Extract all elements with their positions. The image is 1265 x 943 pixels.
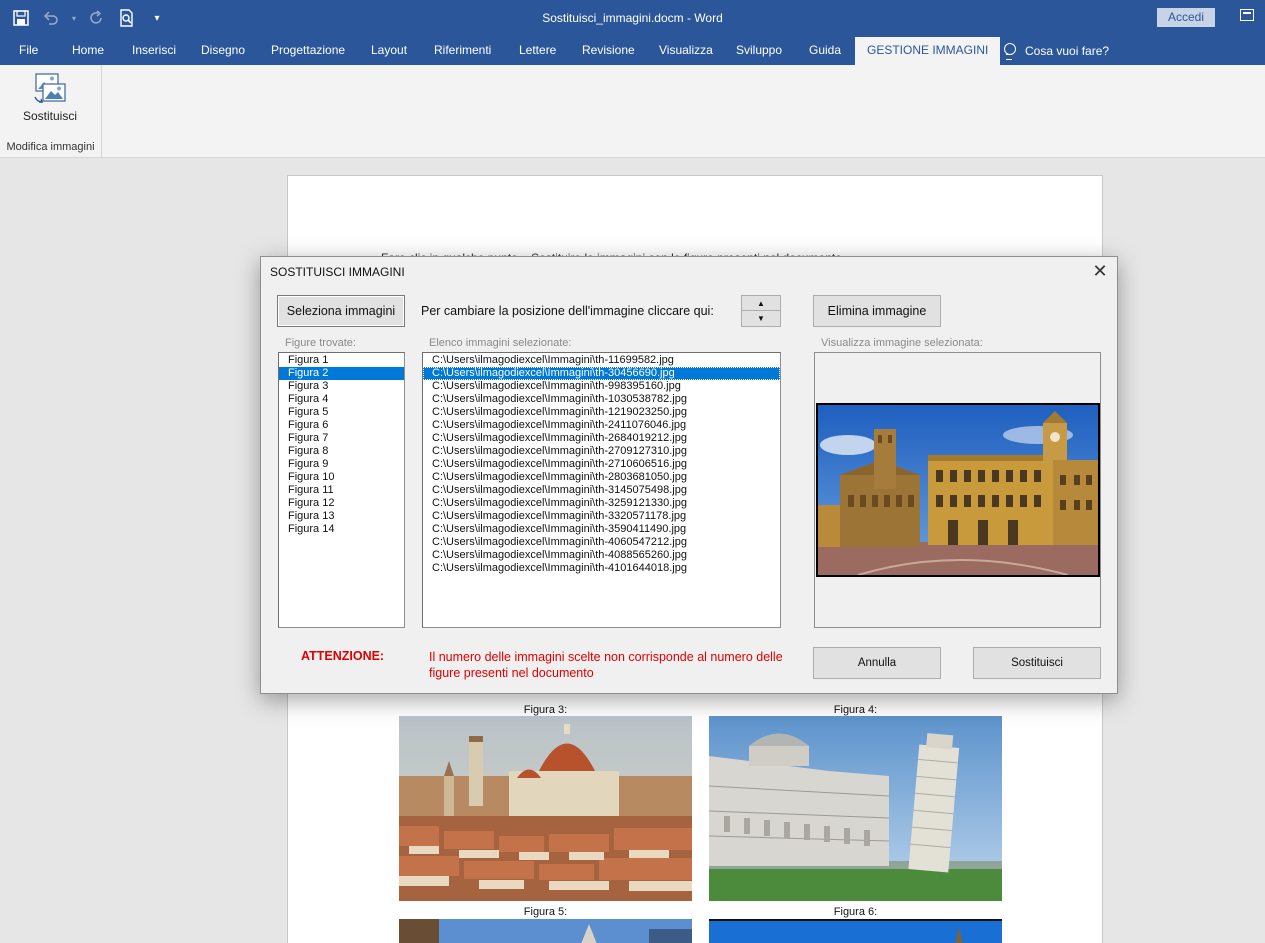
tab-lettere[interactable]: Lettere [510,37,565,65]
tab-layout[interactable]: Layout [362,37,416,65]
figure-photo-5[interactable] [399,919,692,943]
position-hint-label: Per cambiare la posizione dell'immagine … [421,304,714,318]
figure-caption: Figura 5: [523,906,568,918]
figures-list-label: Figure trovate: [285,337,356,349]
images-listbox[interactable]: C:\Users\ilmagodiexcel\Immagini\th-11699… [422,352,781,628]
delete-image-button[interactable]: Elimina immagine [813,295,941,327]
cancel-button[interactable]: Annulla [813,647,941,679]
image-preview-panel [814,352,1101,628]
tab-inserisci[interactable]: Inserisci [123,37,185,65]
figure-photo-6[interactable] [709,919,1002,943]
image-list-item[interactable]: C:\Users\ilmagodiexcel\Immagini\th-27106… [423,458,780,471]
image-list-item[interactable]: C:\Users\ilmagodiexcel\Immagini\th-24110… [423,419,780,432]
close-icon[interactable]: ✕ [1089,261,1111,283]
image-list-item[interactable]: C:\Users\ilmagodiexcel\Immagini\th-32591… [423,497,780,510]
tab-progettazione[interactable]: Progettazione [262,37,354,65]
figures-listbox[interactable]: Figura 1 Figura 2 Figura 3 Figura 4 Figu… [278,352,405,628]
replace-images-icon [33,71,67,105]
figure-list-item[interactable]: Figura 1 [279,354,404,367]
image-list-item[interactable]: C:\Users\ilmagodiexcel\Immagini\th-28036… [423,471,780,484]
tell-me-label: Cosa vuoi fare? [1025,44,1110,58]
image-list-item[interactable]: C:\Users\ilmagodiexcel\Immagini\th-26840… [423,432,780,445]
figure-list-item[interactable]: Figura 3 [279,380,404,393]
tab-file[interactable]: File [10,37,47,65]
image-list-item[interactable]: C:\Users\ilmagodiexcel\Immagini\th-31450… [423,484,780,497]
image-list-item[interactable]: C:\Users\ilmagodiexcel\Immagini\th-27091… [423,445,780,458]
tab-riferimenti[interactable]: Riferimenti [425,37,500,65]
position-spinner[interactable]: ▲ ▼ [741,295,781,327]
dialog-title: SOSTITUISCI IMMAGINI [270,265,405,279]
tab-disegno[interactable]: Disegno [192,37,254,65]
figure-list-item[interactable]: Figura 11 [279,484,404,497]
image-list-item-selected[interactable]: C:\Users\ilmagodiexcel\Immagini\th-30456… [423,367,780,380]
figure-list-item[interactable]: Figura 8 [279,445,404,458]
ribbon-tabs: File Home Inserisci Disegno Progettazion… [0,37,1265,65]
image-list-item[interactable]: C:\Users\ilmagodiexcel\Immagini\th-40605… [423,536,780,549]
tab-sviluppo[interactable]: Sviluppo [727,37,791,65]
image-list-item[interactable]: C:\Users\ilmagodiexcel\Immagini\th-12190… [423,406,780,419]
image-list-item[interactable]: C:\Users\ilmagodiexcel\Immagini\th-11699… [423,354,780,367]
figure-list-item[interactable]: Figura 10 [279,471,404,484]
image-list-item[interactable]: C:\Users\ilmagodiexcel\Immagini\th-99839… [423,380,780,393]
replace-images-dialog: SOSTITUISCI IMMAGINI ✕ Seleziona immagin… [260,256,1118,694]
tab-home[interactable]: Home [63,37,113,65]
image-list-item[interactable]: C:\Users\ilmagodiexcel\Immagini\th-10305… [423,393,780,406]
figure-caption: Figura 4: [833,704,878,716]
replace-button[interactable]: Sostituisci [973,647,1101,679]
lightbulb-icon [1003,43,1016,60]
figure-caption: Figura 3: [523,704,568,716]
warning-message: Il numero delle immagini scelte non corr… [429,650,783,680]
ribbon-panel: Sostituisci Modifica immagini [0,65,1265,158]
figure-list-item[interactable]: Figura 4 [279,393,404,406]
figure-list-item[interactable]: Figura 7 [279,432,404,445]
tab-revisione[interactable]: Revisione [573,37,644,65]
tab-visualizza[interactable]: Visualizza [650,37,722,65]
image-list-item[interactable]: C:\Users\ilmagodiexcel\Immagini\th-33205… [423,510,780,523]
tab-guida[interactable]: Guida [800,37,850,65]
ribbon-sostituisci-label: Sostituisci [22,109,78,123]
move-down-icon[interactable]: ▼ [742,311,780,326]
images-list-label: Elenco immagini selezionate: [429,337,572,349]
figure-list-item[interactable]: Figura 14 [279,523,404,536]
image-list-item[interactable]: C:\Users\ilmagodiexcel\Immagini\th-41016… [423,562,780,575]
figure-list-item[interactable]: Figura 13 [279,510,404,523]
figure-photo-florence[interactable] [399,716,692,901]
figure-list-item-selected[interactable]: Figura 2 [279,367,404,380]
tell-me-search[interactable]: Cosa vuoi fare? [1003,37,1109,65]
figure-list-item[interactable]: Figura 12 [279,497,404,510]
figure-caption: Figura 6: [833,906,878,918]
ribbon-display-options-icon[interactable] [1240,9,1254,21]
title-bar: ▾ ▾ Sostituisci_immagini.docm - Word Acc… [0,0,1265,37]
figure-list-item[interactable]: Figura 5 [279,406,404,419]
signin-button[interactable]: Accedi [1157,8,1215,27]
image-list-item[interactable]: C:\Users\ilmagodiexcel\Immagini\th-40885… [423,549,780,562]
warning-title: ATTENZIONE: [301,649,385,663]
ribbon-sostituisci-button[interactable]: Sostituisci [14,69,86,125]
tab-gestione-immagini[interactable]: GESTIONE IMMAGINI [855,37,1001,65]
ribbon-group-label: Modifica immagini [6,141,95,153]
preview-label: Visualizza immagine selezionata: [821,337,983,349]
ribbon-group-modifica-immagini: Sostituisci Modifica immagini [0,65,102,157]
figure-list-item[interactable]: Figura 9 [279,458,404,471]
move-up-icon[interactable]: ▲ [742,296,780,311]
image-list-item[interactable]: C:\Users\ilmagodiexcel\Immagini\th-35904… [423,523,780,536]
figure-photo-pisa[interactable] [709,716,1002,901]
figure-list-item[interactable]: Figura 6 [279,419,404,432]
preview-image-arezzo [816,403,1100,577]
window-title: Sostituisci_immagini.docm - Word [542,11,723,25]
select-images-button[interactable]: Seleziona immagini [277,295,405,327]
